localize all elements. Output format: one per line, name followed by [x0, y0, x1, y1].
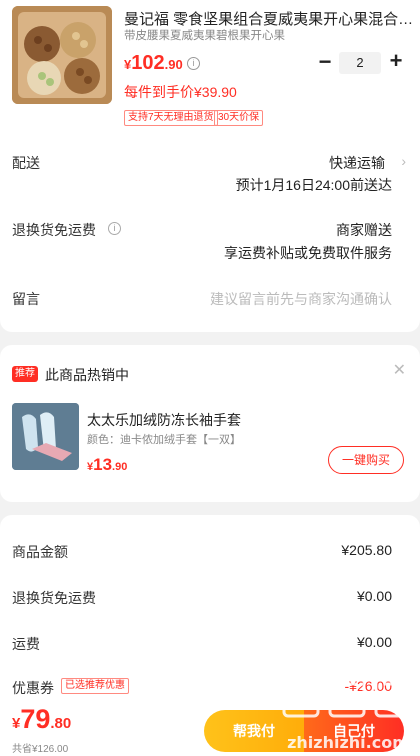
return-policy-tag: 支持7天无理由退货	[124, 110, 218, 126]
goods-amount-value: ¥205.80	[341, 542, 392, 558]
recommend-product-name[interactable]: 太太乐加绒防冻长袖手套	[87, 410, 241, 430]
coupon-value[interactable]: -¥26.00	[345, 678, 392, 694]
pay-myself-button[interactable]: 自己付	[304, 710, 404, 752]
quantity-minus-button[interactable]: −	[316, 51, 334, 74]
one-click-buy-button[interactable]: 一键购买	[328, 446, 404, 474]
close-icon[interactable]: ✕	[393, 360, 406, 380]
price-integer: 13	[93, 455, 113, 474]
message-input[interactable]: 建议留言前先与商家沟通确认	[210, 289, 392, 309]
unit-price: 每件到手价¥39.90	[124, 84, 237, 100]
delivery-method[interactable]: 快递运输	[329, 153, 385, 173]
shipping-fee-value: ¥0.00	[356, 634, 392, 650]
product-subtitle: 带皮腰果夏威夷果碧根果开心果	[124, 30, 285, 42]
return-shipping-value: 商家赠送	[336, 222, 392, 238]
message-label: 留言	[12, 291, 40, 307]
product-image[interactable]	[12, 6, 112, 104]
price-integer: 79	[20, 704, 51, 734]
total-price: ¥79.80	[12, 704, 71, 735]
recommend-badge: 推荐	[12, 366, 38, 382]
recommend-product-price: ¥13.90	[87, 455, 127, 475]
product-title[interactable]: 曼记福 零食坚果组合夏威夷果开心果混合坚果	[124, 8, 414, 29]
chevron-right-icon[interactable]: ›	[401, 153, 406, 169]
delivery-label: 配送	[12, 155, 40, 171]
return-fee-label: 退换货免运费	[12, 590, 96, 606]
saved-amount: 共省¥126.00	[12, 744, 69, 755]
recommend-title: 此商品热销中	[45, 367, 129, 383]
return-shipping-desc: 享运费补贴或免费取件服务	[224, 245, 392, 261]
price-decimal: .80	[50, 715, 72, 732]
quantity-plus-button[interactable]: +	[386, 50, 406, 74]
product-price: ¥102.90	[124, 52, 183, 75]
price-decimal: .90	[164, 57, 183, 72]
return-fee-value: ¥0.00	[356, 588, 392, 604]
recommend-product-spec: 颜色：迪卡侬加绒手套【一双】	[87, 434, 241, 446]
quantity-input[interactable]: 2	[339, 52, 381, 74]
shipping-fee-label: 运费	[12, 636, 40, 652]
coupon-tag[interactable]: 已选推荐优惠	[61, 678, 129, 694]
price-decimal: .90	[112, 461, 128, 473]
help-me-pay-button[interactable]: 帮我付	[204, 710, 304, 752]
info-icon[interactable]: i	[108, 222, 121, 235]
recommend-product-image[interactable]	[12, 403, 79, 470]
info-icon[interactable]: i	[187, 57, 200, 70]
goods-amount-label: 商品金额	[12, 544, 68, 560]
delivery-eta: 预计1月16日24:00前送达	[235, 177, 392, 193]
price-integer: 102	[131, 52, 165, 74]
price-protection-tag: 30天价保	[214, 110, 264, 126]
coupon-label: 优惠券	[12, 680, 54, 696]
return-shipping-label: 退换货免运费	[12, 222, 96, 238]
